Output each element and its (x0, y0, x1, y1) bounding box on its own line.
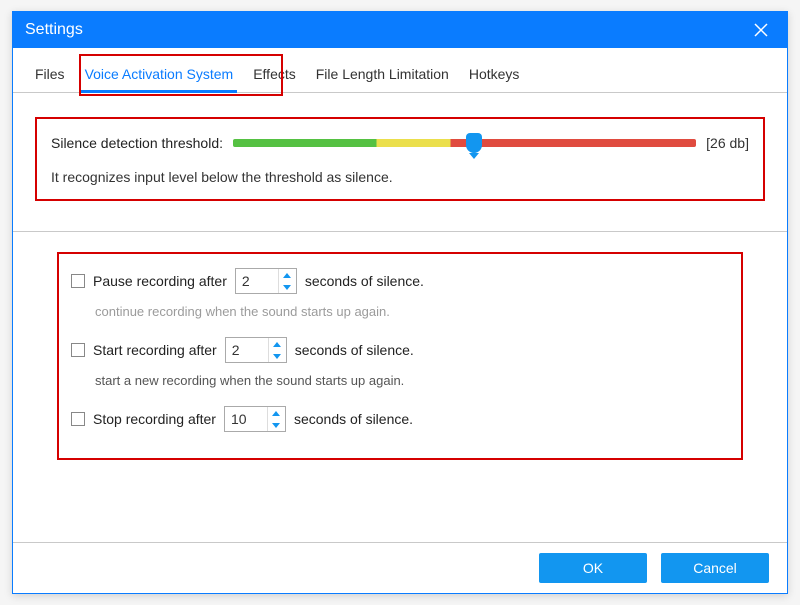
titlebar: Settings (13, 12, 787, 48)
spinner-arrows (267, 407, 285, 431)
dialog-footer: OK Cancel (13, 542, 787, 593)
start-option-row: Start recording after 2 seconds of silen… (71, 337, 729, 363)
spinner-up-button[interactable] (268, 407, 285, 419)
threshold-label: Silence detection threshold: (51, 135, 223, 151)
pause-description: continue recording when the sound starts… (95, 304, 729, 319)
close-icon (754, 23, 768, 37)
options-section: Pause recording after 2 seconds of silen… (57, 252, 743, 460)
ok-button[interactable]: OK (539, 553, 647, 583)
spinner-up-button[interactable] (269, 338, 286, 350)
pause-seconds-value: 2 (236, 273, 278, 289)
pause-seconds-spinner[interactable]: 2 (235, 268, 297, 294)
stop-prefix-label: Stop recording after (93, 411, 216, 427)
stop-seconds-spinner[interactable]: 10 (224, 406, 286, 432)
spinner-up-button[interactable] (279, 269, 296, 281)
chevron-up-icon (283, 273, 291, 278)
threshold-description: It recognizes input level below the thre… (51, 169, 749, 185)
start-seconds-value: 2 (226, 342, 268, 358)
start-description: start a new recording when the sound sta… (95, 373, 729, 388)
tab-hotkeys[interactable]: Hotkeys (465, 60, 524, 92)
chevron-down-icon (283, 285, 291, 290)
pause-prefix-label: Pause recording after (93, 273, 227, 289)
close-button[interactable] (747, 16, 775, 44)
start-seconds-spinner[interactable]: 2 (225, 337, 287, 363)
dialog-content: Files Voice Activation System Effects Fi… (13, 48, 787, 593)
tab-bar: Files Voice Activation System Effects Fi… (13, 48, 787, 93)
chevron-up-icon (272, 411, 280, 416)
cancel-button[interactable]: Cancel (661, 553, 769, 583)
tab-files[interactable]: Files (31, 60, 69, 92)
tab-file-length-limitation[interactable]: File Length Limitation (312, 60, 453, 92)
spinner-arrows (278, 269, 296, 293)
chevron-down-icon (272, 423, 280, 428)
settings-dialog: Settings Files Voice Activation System E… (12, 11, 788, 594)
stop-checkbox[interactable] (71, 412, 85, 426)
chevron-up-icon (273, 342, 281, 347)
slider-thumb[interactable] (466, 133, 482, 153)
pause-suffix-label: seconds of silence. (305, 273, 424, 289)
threshold-value: [26 db] (706, 135, 749, 151)
window-title: Settings (25, 21, 83, 39)
chevron-down-icon (273, 354, 281, 359)
start-suffix-label: seconds of silence. (295, 342, 414, 358)
tab-effects[interactable]: Effects (249, 60, 300, 92)
spinner-down-button[interactable] (268, 419, 285, 431)
spinner-down-button[interactable] (279, 281, 296, 293)
threshold-slider[interactable] (233, 139, 696, 147)
stop-seconds-value: 10 (225, 411, 267, 427)
threshold-section: Silence detection threshold: [26 db] It … (35, 117, 765, 201)
spinner-down-button[interactable] (269, 350, 286, 362)
tab-voice-activation[interactable]: Voice Activation System (81, 60, 238, 92)
pause-checkbox[interactable] (71, 274, 85, 288)
start-prefix-label: Start recording after (93, 342, 217, 358)
stop-option-row: Stop recording after 10 seconds of silen… (71, 406, 729, 432)
start-checkbox[interactable] (71, 343, 85, 357)
threshold-row: Silence detection threshold: [26 db] (51, 135, 749, 151)
annotation-highlight (35, 117, 765, 201)
spinner-arrows (268, 338, 286, 362)
pause-option-row: Pause recording after 2 seconds of silen… (71, 268, 729, 294)
stop-suffix-label: seconds of silence. (294, 411, 413, 427)
divider (13, 231, 787, 232)
